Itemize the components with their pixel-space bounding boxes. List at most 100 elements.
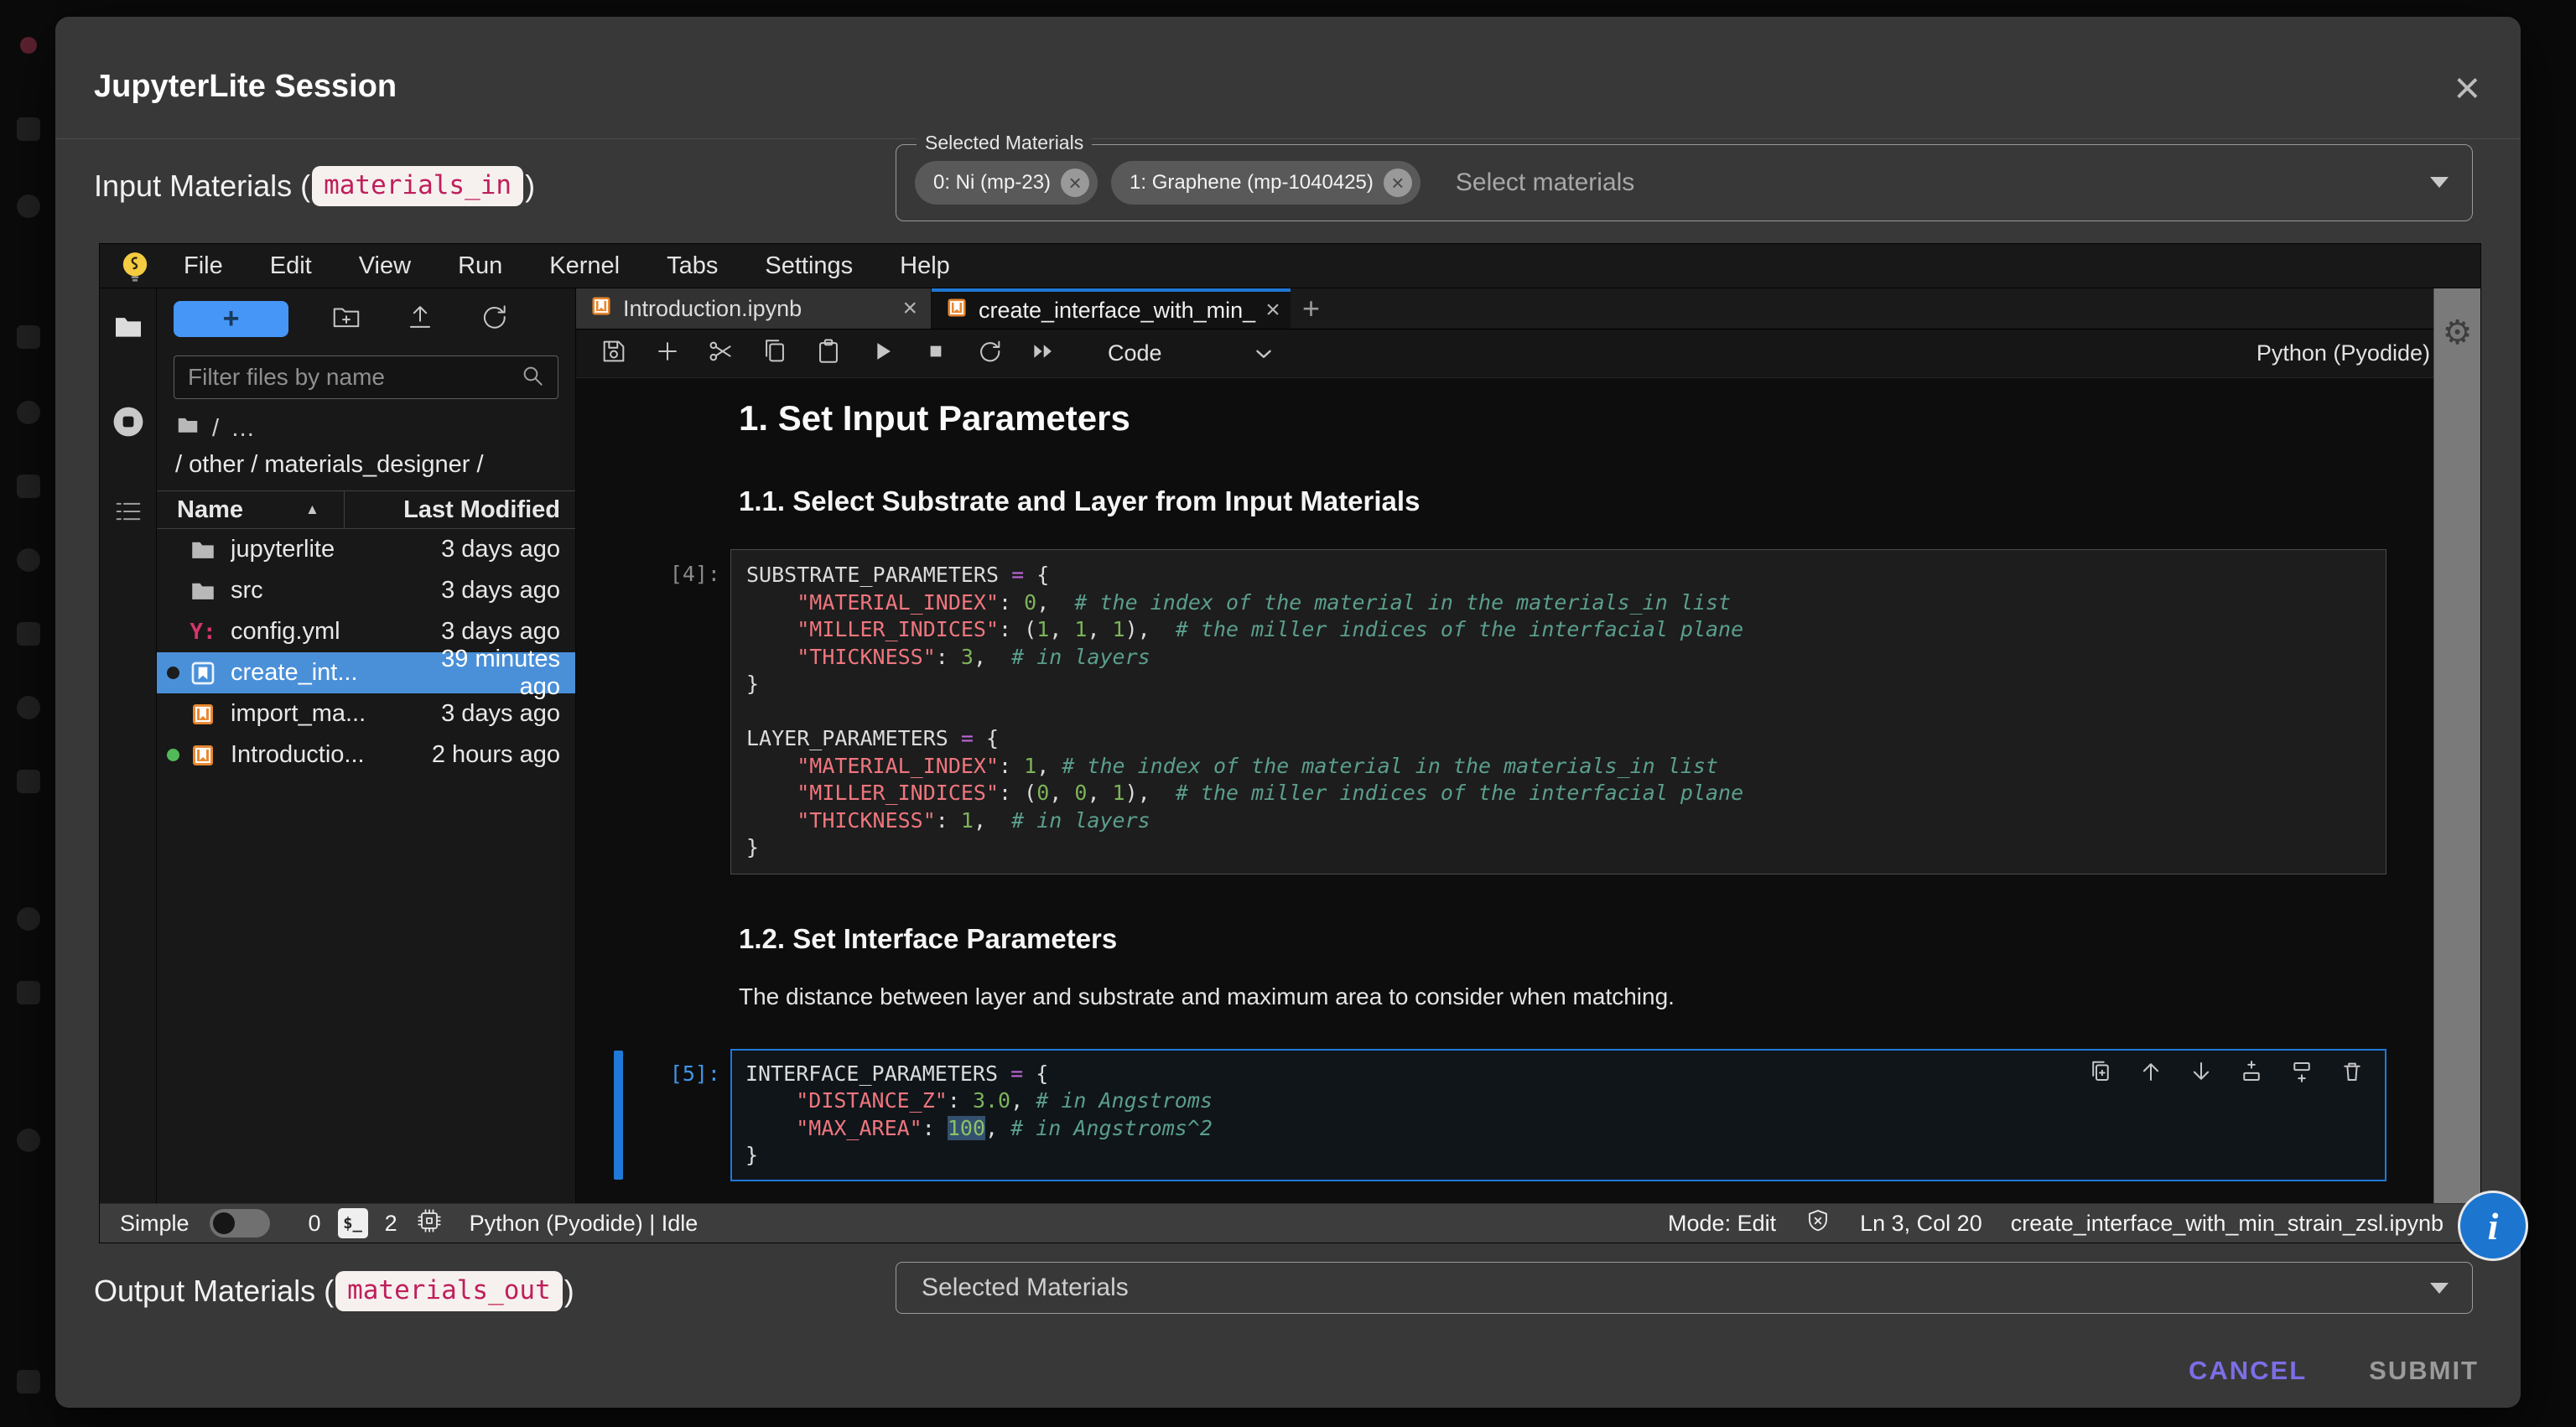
column-name[interactable]: Name ▲	[157, 491, 345, 528]
insert-cell-icon[interactable]	[653, 337, 682, 370]
modal-scrollbar[interactable]: ⚙	[2433, 288, 2480, 1203]
column-last-modified[interactable]: Last Modified	[345, 496, 575, 524]
file-row-jupyterlite[interactable]: jupyterlite3 days ago	[157, 529, 575, 570]
copy-icon[interactable]	[761, 337, 789, 370]
file-modified: 2 hours ago	[395, 741, 575, 769]
duplicate-cell-icon[interactable]	[2088, 1059, 2113, 1088]
folder-icon	[185, 536, 221, 564]
new-folder-icon[interactable]	[330, 301, 362, 337]
selected-materials-fieldset[interactable]: Selected Materials 0: Ni (mp-23)×1: Grap…	[896, 144, 2473, 221]
file-row-create-int-[interactable]: create_int...39 minutes ago	[157, 652, 575, 693]
chevron-down-icon[interactable]	[1251, 341, 1276, 366]
menu-kernel[interactable]: Kernel	[526, 252, 643, 280]
breadcrumb-ellipsis[interactable]: …	[231, 415, 255, 443]
menu-help[interactable]: Help	[876, 252, 974, 280]
menu-file[interactable]: File	[160, 252, 247, 280]
file-row-src[interactable]: src3 days ago	[157, 570, 575, 611]
chevron-down-icon[interactable]	[2430, 1283, 2449, 1294]
insert-cell-above-icon[interactable]	[2239, 1059, 2264, 1088]
home-folder-icon[interactable]	[175, 413, 200, 444]
file-list-header: Name ▲ Last Modified	[157, 490, 575, 529]
file-row-import-ma-[interactable]: import_ma...3 days ago	[157, 693, 575, 734]
code-cell-4[interactable]: [4]: SUBSTRATE_PARAMETERS = { "MATERIAL_…	[576, 549, 2480, 874]
menu-run[interactable]: Run	[434, 252, 526, 280]
running-kernels-icon[interactable]	[110, 403, 147, 444]
active-cell-indicator[interactable]	[614, 1051, 623, 1180]
tab-close-icon[interactable]: ×	[1265, 296, 1280, 324]
output-materials-dropdown[interactable]: Selected Materials	[896, 1262, 2473, 1314]
output-materials-label: Output Materials ( materials_out )	[94, 1271, 574, 1311]
cursor-position[interactable]: Ln 3, Col 20	[1860, 1211, 1982, 1237]
menu-view[interactable]: View	[335, 252, 434, 280]
dialog-footer: CANCEL SUBMIT	[2189, 1356, 2479, 1386]
code-line	[746, 698, 2386, 726]
heading-set-input-parameters: 1. Set Input Parameters	[739, 398, 2480, 438]
restart-kernel-icon[interactable]	[975, 337, 1004, 370]
kernel-status-dot	[160, 667, 185, 679]
restart-run-all-icon[interactable]	[1029, 337, 1057, 370]
app-logo-dot	[20, 37, 37, 54]
move-cell-down-icon[interactable]	[2189, 1059, 2214, 1088]
app-sidebar-icon	[17, 117, 40, 141]
notebook-toolbar: Code Python (Pyodide)	[576, 330, 2480, 378]
cell-type-select[interactable]: Code	[1108, 340, 1162, 366]
yaml-file-icon: Y:	[185, 620, 221, 645]
file-name: Introductio...	[231, 741, 395, 769]
file-list: jupyterlite3 days agosrc3 days agoY:conf…	[157, 529, 575, 1203]
kernels-count[interactable]: 2	[385, 1211, 397, 1237]
chip-remove-icon[interactable]: ×	[1384, 169, 1412, 197]
paste-icon[interactable]	[814, 337, 843, 370]
cell-editor[interactable]: INTERFACE_PARAMETERS = { "DISTANCE_Z": 3…	[730, 1049, 2386, 1181]
gear-icon[interactable]: ⚙	[2434, 314, 2480, 352]
menu-edit[interactable]: Edit	[247, 252, 335, 280]
selected-materials-legend: Selected Materials	[917, 132, 1092, 154]
new-tab-icon[interactable]: +	[1302, 293, 1320, 324]
info-button[interactable]: i	[2458, 1191, 2528, 1261]
refresh-icon[interactable]	[478, 301, 510, 337]
filter-files-box[interactable]	[174, 355, 558, 399]
active-filename[interactable]: create_interface_with_min_strain_zsl.ipy…	[2011, 1211, 2444, 1237]
tab-close-icon[interactable]: ×	[902, 294, 917, 323]
cpu-icon[interactable]	[414, 1206, 444, 1242]
kernel-name[interactable]: Python (Pyodide)	[2257, 340, 2430, 366]
table-of-contents-icon[interactable]	[112, 495, 145, 532]
save-icon[interactable]	[600, 337, 628, 370]
delete-cell-icon[interactable]	[2340, 1059, 2365, 1088]
terminals-count[interactable]: 0	[309, 1211, 321, 1237]
tab-create-interface[interactable]: create_interface_with_min_ ×	[932, 288, 1291, 329]
tab-introduction[interactable]: Introduction.ipynb ×	[576, 288, 932, 329]
code-cell-5[interactable]: [5]: INTERFACE_PARAMETERS = { "DISTANCE_	[576, 1049, 2480, 1181]
material-chip[interactable]: 0: Ni (mp-23)×	[915, 161, 1098, 205]
trust-shield-icon[interactable]	[1805, 1207, 1831, 1240]
file-browser-icon[interactable]	[112, 310, 145, 348]
filter-files-input[interactable]	[188, 364, 519, 391]
run-icon[interactable]	[868, 337, 896, 370]
new-launcher-button[interactable]: +	[174, 301, 288, 337]
menu-tabs[interactable]: Tabs	[643, 252, 741, 280]
submit-button[interactable]: SUBMIT	[2369, 1356, 2479, 1386]
menu-settings[interactable]: Settings	[741, 252, 876, 280]
cancel-button[interactable]: CANCEL	[2189, 1356, 2307, 1386]
stop-icon[interactable]	[922, 337, 950, 370]
upload-icon[interactable]	[404, 301, 436, 337]
insert-cell-below-icon[interactable]	[2289, 1059, 2314, 1088]
sort-ascending-icon[interactable]: ▲	[305, 501, 319, 518]
kernel-status[interactable]: Python (Pyodide) | Idle	[470, 1211, 699, 1237]
move-cell-up-icon[interactable]	[2138, 1059, 2163, 1088]
breadcrumb-root[interactable]: /	[212, 415, 219, 443]
material-chip[interactable]: 1: Graphene (mp-1040425)×	[1111, 161, 1420, 205]
app-sidebar-icon	[17, 1370, 40, 1393]
chevron-down-icon[interactable]	[2430, 177, 2449, 188]
chip-remove-icon[interactable]: ×	[1061, 169, 1089, 197]
code-line: "MAX_AREA": 100, # in Angstroms^2	[745, 1115, 2385, 1143]
file-row-introductio-[interactable]: Introductio...2 hours ago	[157, 734, 575, 776]
terminal-icon[interactable]: $_	[338, 1208, 368, 1238]
breadcrumb-path[interactable]: / other / materials_designer /	[175, 451, 575, 479]
mode-indicator[interactable]: Mode: Edit	[1668, 1211, 1776, 1237]
kernel-status-dot	[160, 749, 185, 761]
close-icon[interactable]: ×	[2454, 65, 2480, 111]
select-materials-placeholder[interactable]: Select materials	[1456, 169, 1634, 197]
cell-editor[interactable]: SUBSTRATE_PARAMETERS = { "MATERIAL_INDEX…	[730, 549, 2386, 874]
cut-icon[interactable]	[707, 337, 735, 370]
simple-mode-toggle[interactable]	[210, 1209, 270, 1238]
